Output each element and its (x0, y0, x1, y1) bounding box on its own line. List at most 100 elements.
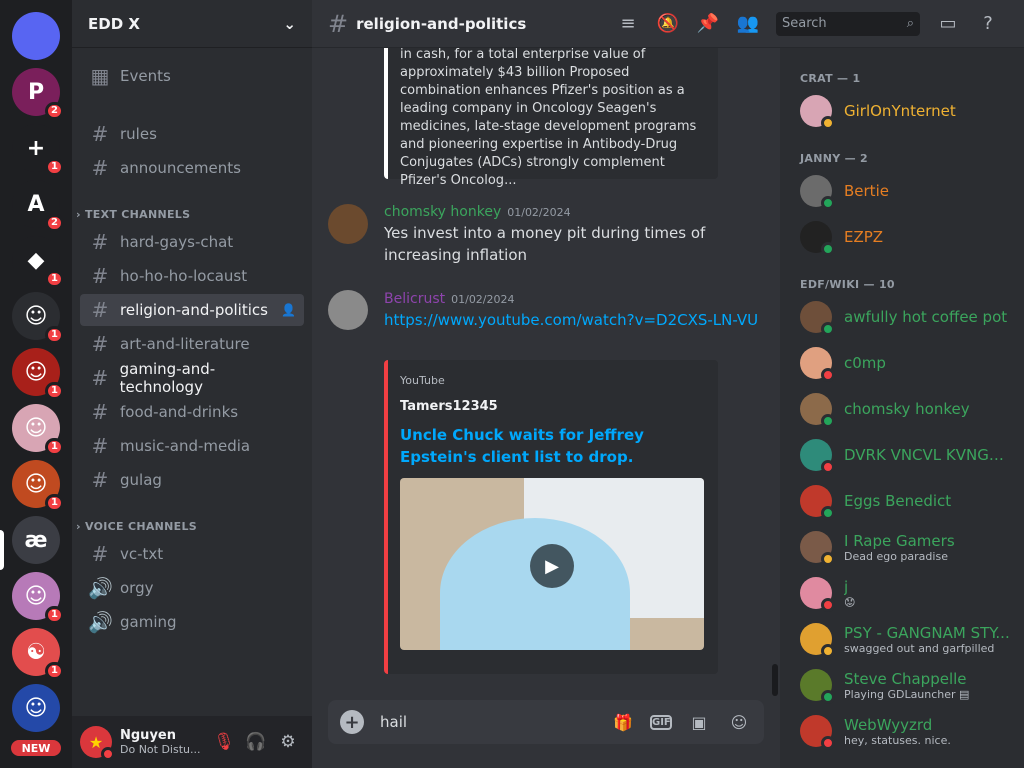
scrollbar[interactable] (772, 664, 778, 696)
mute-bell-icon[interactable]: 🔕 (656, 12, 680, 36)
message-composer[interactable]: + hail 🎁 GIF ▣ ☺ (328, 700, 764, 744)
guild-name: EDD X (88, 14, 140, 33)
category-text-channels[interactable]: › TEXT CHANNELS (76, 208, 190, 221)
server-yin-yang[interactable]: ☯ 1 (12, 628, 64, 680)
channel-food-and-drinks[interactable]: # food-and-drinks (80, 396, 304, 428)
server-p[interactable]: P2 (12, 68, 64, 120)
server-label: ☺ (24, 359, 48, 385)
status-indicator (821, 414, 835, 428)
channel-hard-gays-chat[interactable]: # hard-gays-chat (80, 226, 304, 258)
channel-gaming-and-technology[interactable]: # gaming-and-technology (80, 360, 304, 396)
inbox-icon[interactable]: ▭ (936, 12, 960, 36)
member-name: PSY - GANGNAM STY... (844, 623, 1010, 642)
hash-icon: # (91, 230, 109, 254)
channel-rules[interactable]: # rules (80, 118, 304, 150)
unread-badge: 1 (45, 158, 64, 176)
member-activity: swagged out and garfpilled (844, 641, 995, 655)
avatar[interactable] (328, 290, 368, 330)
server-plus-circle[interactable]: +1 (12, 124, 64, 176)
status-indicator (821, 644, 835, 658)
avatar[interactable]: ★ (80, 726, 115, 761)
member-item[interactable]: WebWyyzrd hey, statuses. nice. (800, 710, 1016, 752)
embed-title[interactable]: Uncle Chuck waits for Jeffrey Epstein's … (400, 424, 706, 468)
member-text: Steve Chappelle Playing GDLauncher ▤ (832, 670, 1014, 701)
pin-icon[interactable]: 📌 (696, 12, 720, 36)
hash-icon: # (91, 468, 109, 492)
server-pink-avatar[interactable]: ☺ 1 (12, 404, 64, 456)
server-luffy-avatar[interactable]: ☺ 1 (12, 348, 64, 400)
channel-vc-txt[interactable]: # vc-txt (80, 538, 304, 570)
avatar[interactable] (328, 204, 368, 244)
status-indicator (821, 598, 835, 612)
member-name: Bertie (844, 182, 889, 200)
members-icon[interactable]: 👥 (736, 12, 760, 36)
channel-ho-ho-ho-locaust[interactable]: # ho-ho-ho-locaust (80, 260, 304, 292)
embed-provider[interactable]: YouTube (400, 374, 706, 387)
message-link[interactable]: https://www.youtube.com/watch?v=D2CXS-LN… (384, 309, 764, 331)
status-indicator (821, 736, 835, 750)
play-icon[interactable]: ▶ (530, 544, 574, 588)
channel-art-and-literature[interactable]: # art-and-literature (80, 328, 304, 360)
server-hat-avatar[interactable]: ☺ 1 (12, 292, 64, 344)
server-blue-avatar[interactable]: ☺ (12, 684, 60, 732)
guild-header[interactable]: EDD X ⌄ (72, 0, 312, 48)
server-arrow-logo[interactable]: ◆ 1 (12, 236, 64, 288)
channel-announcements[interactable]: # announcements (80, 152, 304, 184)
category-voice-channels[interactable]: › VOICE CHANNELS (76, 520, 197, 533)
gift-icon[interactable]: 🎁 (610, 713, 636, 732)
calendar-icon: ▦ (90, 64, 110, 88)
channel-religion-and-politics[interactable]: # religion-and-politics 👤 (80, 294, 304, 326)
member-name: j (844, 577, 849, 596)
member-item[interactable]: Steve Chappelle Playing GDLauncher ▤ (800, 664, 1016, 706)
server-ae[interactable]: æ (12, 516, 60, 564)
member-item[interactable]: c0mp (800, 342, 1016, 384)
member-activity: Playing GDLauncher ▤ (844, 687, 970, 701)
hash-icon: # (91, 122, 109, 146)
discord-home-icon[interactable] (12, 12, 60, 60)
member-item[interactable]: I Rape Gamers Dead ego paradise (800, 526, 1016, 568)
video-thumbnail[interactable]: ▶ (400, 478, 704, 650)
message-input[interactable]: hail (380, 713, 596, 731)
server-label: P (27, 79, 45, 105)
gif-icon[interactable]: GIF (650, 714, 672, 730)
channel-label: hard-gays-chat (120, 233, 234, 251)
member-item[interactable]: Eggs Benedict (800, 480, 1016, 522)
events-item[interactable]: ▦ Events (80, 60, 304, 92)
member-item[interactable]: awfully hot coffee pot (800, 296, 1016, 338)
message-timestamp: 01/02/2024 (451, 293, 515, 306)
member-item[interactable]: chomsky honkey (800, 388, 1016, 430)
threads-icon[interactable]: ≡ (616, 12, 640, 36)
avatar (800, 301, 835, 336)
embed-author[interactable]: Tamers12345 (400, 399, 706, 414)
member-text: EZPZ (832, 228, 1014, 246)
server-a-logo[interactable]: A2 (12, 180, 64, 232)
emoji-icon[interactable]: ☺ (726, 713, 752, 732)
search-input[interactable]: Search ⌕ (776, 11, 920, 36)
message-area: in cash, for a total enterprise value of… (312, 48, 780, 768)
member-item[interactable]: EZPZ (800, 216, 1016, 258)
sticker-icon[interactable]: ▣ (686, 713, 712, 732)
new-badge[interactable]: NEW (8, 737, 64, 759)
member-item[interactable]: j 😟 (800, 572, 1016, 614)
message-author[interactable]: Belicrust (384, 291, 445, 307)
member-item[interactable]: GirlOnYnternet (800, 90, 1016, 132)
plus-icon[interactable]: + (340, 710, 364, 734)
message-author[interactable]: chomsky honkey (384, 204, 501, 220)
channel-music-and-media[interactable]: # music-and-media (80, 430, 304, 462)
headphones-icon[interactable]: 🎧 (240, 726, 272, 758)
invite-icon[interactable]: 👤 (281, 303, 296, 317)
mute-mic-icon[interactable]: 🎙 (208, 726, 240, 758)
server-anime-avatar[interactable]: ☺ 1 (12, 572, 64, 624)
search-icon: ⌕ (906, 16, 914, 31)
help-icon[interactable]: ? (976, 12, 1000, 36)
member-item[interactable]: PSY - GANGNAM STY... swagged out and garf… (800, 618, 1016, 660)
channel-gulag[interactable]: # gulag (80, 464, 304, 496)
server-mask-avatar[interactable]: ☺ 1 (12, 460, 64, 512)
member-item[interactable]: DVRK VNCVL KVNGD... (800, 434, 1016, 476)
channel-orgy[interactable]: 🔊 orgy (80, 572, 304, 604)
message-text: Yes invest into a money pit during times… (384, 224, 706, 264)
channel-gaming[interactable]: 🔊 gaming (80, 606, 304, 638)
member-text: Bertie (832, 182, 1014, 200)
member-item[interactable]: Bertie (800, 170, 1016, 212)
gear-icon[interactable]: ⚙ (272, 726, 304, 758)
